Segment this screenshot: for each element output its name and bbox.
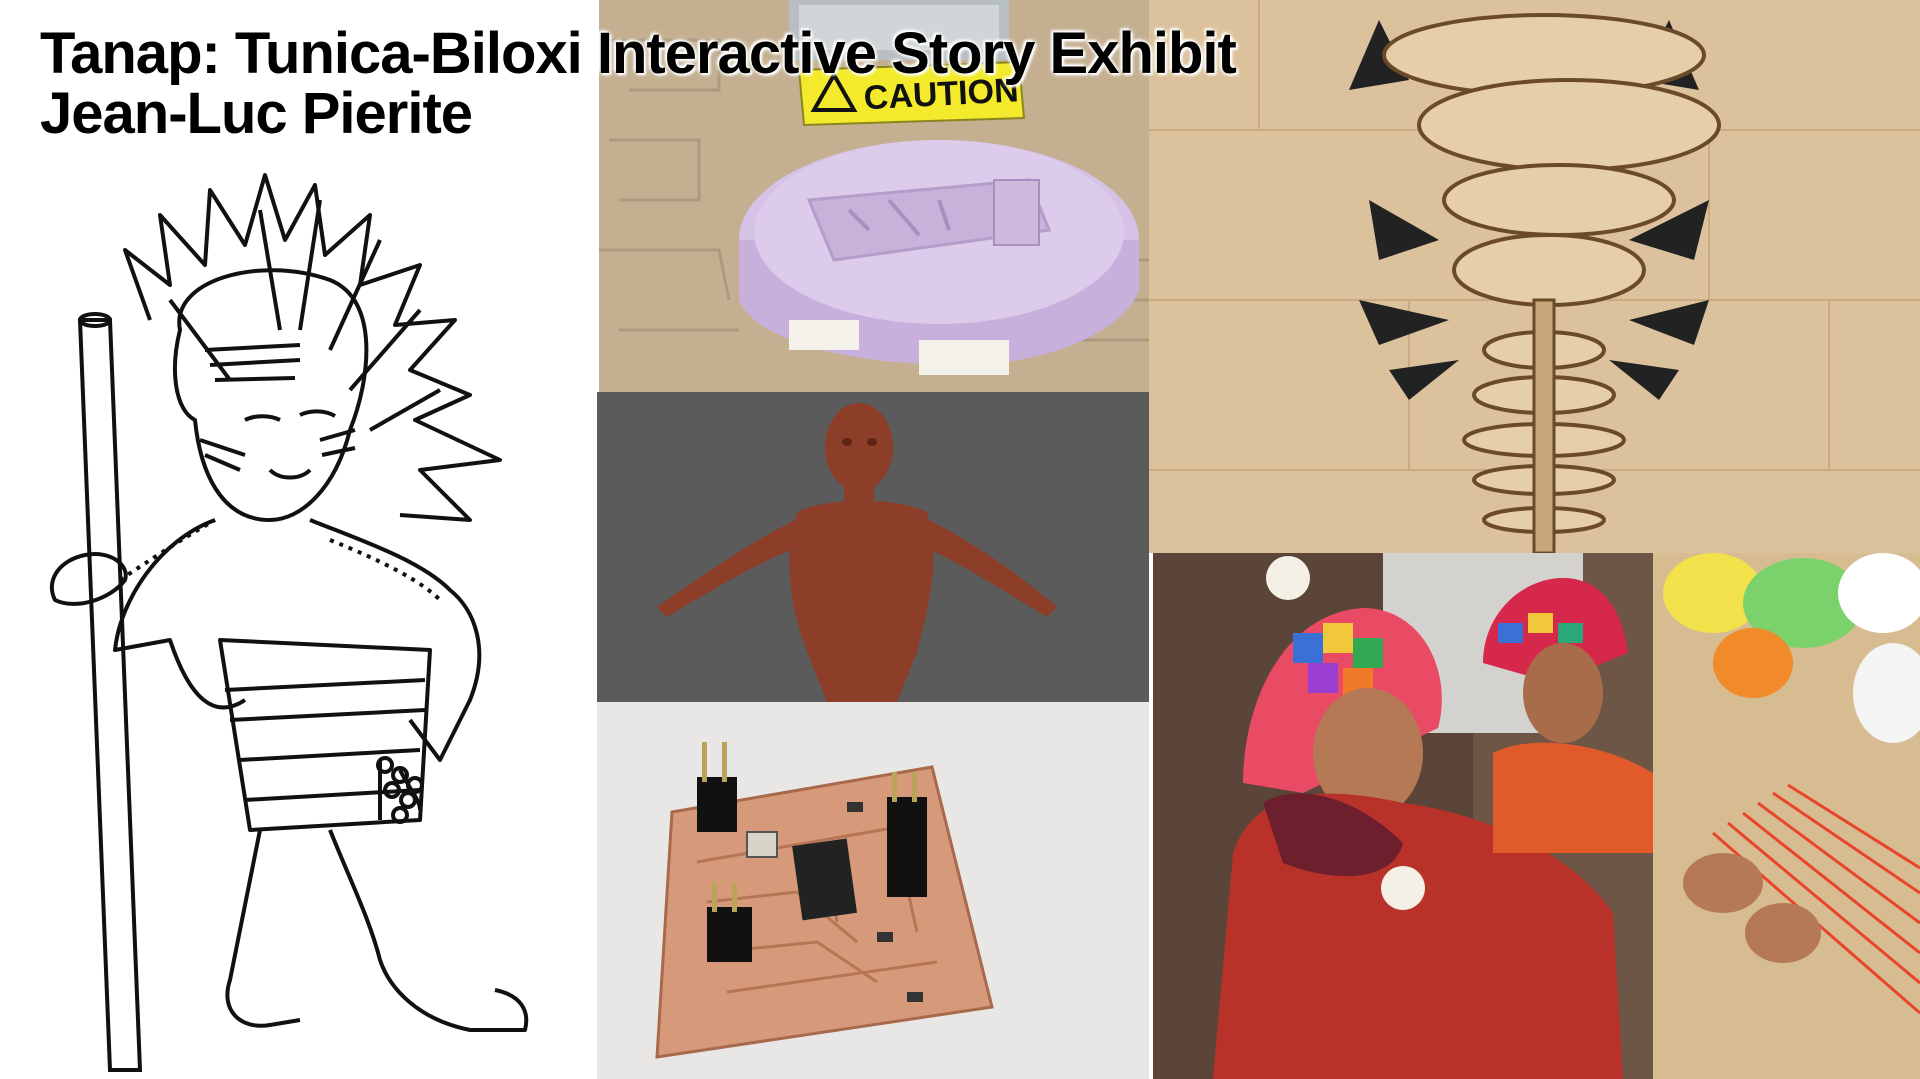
weaving-workshop-art (1153, 553, 1920, 1079)
3d-model-render (597, 392, 1149, 702)
elder-head (173, 268, 369, 522)
feather-crown (123, 173, 502, 522)
slide-title-block: Tanap: Tunica-Biloxi Interactive Story E… (40, 21, 1237, 146)
elder-legs (225, 829, 529, 1032)
ic-chip (792, 838, 858, 921)
weaving-workshop-photo (1153, 553, 1920, 1079)
circuit-board-art (597, 702, 1149, 1079)
circuit-board-photo (597, 702, 1149, 1079)
3d-model-art (597, 392, 1149, 702)
laser-cut-wood-art (1149, 0, 1920, 553)
laser-cut-wood-photo (1149, 0, 1920, 553)
elder-drawing-art (49, 173, 529, 1072)
slide-title: Tanap: Tunica-Biloxi Interactive Story E… (40, 21, 1237, 86)
elder-drawing-illustration (0, 0, 599, 1079)
author-name: Jean-Luc Pierite (40, 81, 473, 146)
wooden-staff (77, 312, 143, 1072)
